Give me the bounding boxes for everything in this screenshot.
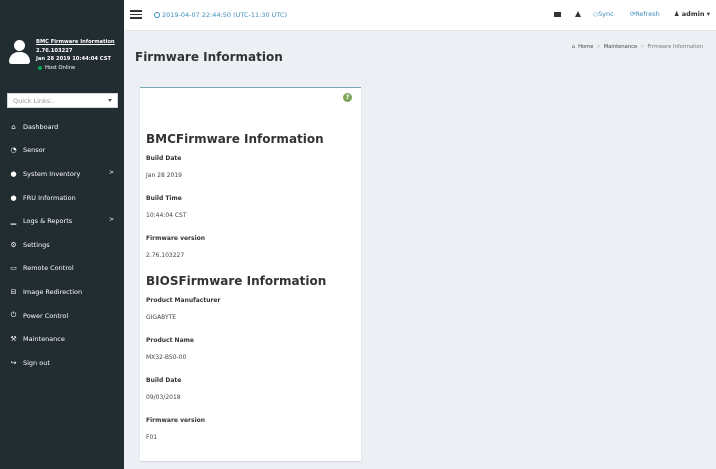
sidebar-item-label: Settings (23, 240, 50, 249)
bmc-build-datetime: Jan 28 2019 10:44:04 CST (36, 56, 111, 62)
sidebar-item-label: Sign out (23, 358, 50, 367)
disk-icon: ⊟ (10, 287, 17, 296)
host-status: Host Online (38, 64, 122, 73)
dashboard-icon: ⌂ (11, 122, 16, 131)
breadcrumb-separator: > (596, 44, 601, 50)
warning-icon[interactable] (575, 11, 582, 17)
sidebar-item-sign-out[interactable]: ↪ Sign out (0, 351, 124, 375)
sidebar-item-fru-information[interactable]: ● FRU Information (0, 186, 124, 210)
monitor-icon: ▭ (10, 264, 17, 273)
info-icon: ● (10, 169, 17, 178)
bmc-version: 2.76.103227 (36, 47, 73, 54)
home-icon: ⌂ (571, 44, 576, 50)
sidebar-item-logs-reports[interactable]: ▁ Logs & Reports > (0, 209, 124, 233)
admin-menu[interactable]: ♟ admin ▾ (674, 10, 710, 18)
sync-label: Sync (598, 10, 614, 18)
chart-icon: ▁ (10, 217, 17, 226)
sidebar-item-label: System Inventory (23, 169, 81, 178)
refresh-button[interactable]: ⟳Refresh (630, 10, 660, 18)
online-dot-icon (38, 65, 42, 70)
breadcrumb-separator: > (640, 44, 645, 50)
sidebar-item-label: Dashboard (23, 122, 59, 131)
sidebar-item-sensor[interactable]: ◔ Sensor (0, 139, 124, 163)
sidebar-item-remote-control[interactable]: ▭ Remote Control (0, 257, 124, 281)
bmc-build-date-label: Build Date (146, 155, 182, 162)
bios-product-name-value: MX32-BS0-00 (146, 354, 187, 361)
sidebar-item-label: Remote Control (23, 264, 74, 273)
datetime-text: 2019-04-07 22:44:50 (UTC-11:30 UTC) (162, 11, 288, 19)
bios-manufacturer-label: Product Manufacturer (146, 297, 221, 304)
sidebar: BMC Firmware Information 2.76.103227 Jan… (0, 0, 124, 469)
datetime: 2019-04-07 22:44:50 (UTC-11:30 UTC) (154, 11, 287, 19)
chevron-right-icon: > (108, 216, 114, 224)
sidebar-item-label: FRU Information (23, 193, 76, 202)
breadcrumb-maintenance[interactable]: Maintenance (604, 44, 637, 50)
bmc-build-time-label: Build Time (146, 195, 182, 202)
topbar-actions: ◇Sync ⟳Refresh ♟ admin ▾ (554, 10, 710, 18)
chevron-down-icon (108, 99, 112, 102)
breadcrumb-home[interactable]: Home (578, 44, 593, 50)
bmc-fw-version-label: Firmware version (146, 235, 206, 242)
info-icon: ● (10, 193, 17, 202)
sidebar-item-maintenance[interactable]: ⚒ Maintenance (0, 327, 124, 351)
user-icon: ♟ (673, 10, 680, 18)
topbar: 2019-04-07 22:44:50 (UTC-11:30 UTC) ◇Syn… (124, 0, 716, 31)
wrench-icon: ⚒ (10, 335, 17, 344)
sync-button[interactable]: ◇Sync (593, 10, 614, 18)
bios-manufacturer-value: GIGABYTE (146, 314, 177, 321)
bmc-build-time-value: 10:44:04 CST (146, 212, 187, 219)
sidebar-item-label: Logs & Reports (23, 217, 73, 226)
quick-links-placeholder: Quick Links.. (13, 96, 55, 105)
clock-icon (154, 12, 160, 18)
chevron-right-icon: > (108, 169, 114, 177)
page-title: Firmware Information (135, 50, 283, 64)
quick-links-select[interactable]: Quick Links.. (7, 93, 118, 108)
help-icon[interactable]: ? (343, 93, 352, 102)
bios-build-date-label: Build Date (146, 377, 182, 384)
bios-section-title: BIOSFirmware Information (146, 274, 327, 288)
bmc-build-date-value: Jan 28 2019 (146, 172, 182, 179)
bios-fw-version-label: Firmware version (146, 417, 206, 424)
user-panel: BMC Firmware Information 2.76.103227 Jan… (0, 0, 124, 86)
sidebar-item-label: Sensor (23, 146, 46, 155)
sensor-icon: ◔ (10, 146, 17, 155)
sidebar-item-settings[interactable]: ⚙ Settings (0, 233, 124, 257)
host-status-label: Host Online (45, 64, 76, 71)
bmc-fw-version-value: 2.76.103227 (146, 252, 185, 259)
firmware-card: ? BMCFirmware Information Build Date Jan… (140, 87, 361, 461)
envelope-icon[interactable] (554, 11, 562, 17)
bios-product-name-label: Product Name (146, 337, 194, 344)
breadcrumb-current: Firmware Information (647, 44, 703, 50)
avatar (8, 40, 30, 64)
bios-build-date-value: 09/03/2018 (146, 394, 181, 401)
bios-fw-version-value: F01 (146, 434, 158, 441)
gear-icon: ⚙ (10, 240, 17, 249)
sidebar-menu: ⌂ Dashboard ◔ Sensor ● System Inventory > ● FRU … (0, 115, 124, 375)
sidebar-item-system-inventory[interactable]: ● System Inventory > (0, 162, 124, 186)
menu-toggle-icon[interactable] (130, 10, 142, 19)
sidebar-item-label: Power Control (23, 311, 69, 320)
bmc-section-title: BMCFirmware Information (146, 132, 324, 146)
sidebar-item-dashboard[interactable]: ⌂ Dashboard (0, 115, 124, 139)
admin-label: admin (681, 10, 705, 18)
refresh-label: Refresh (635, 10, 660, 18)
sidebar-item-image-redirection[interactable]: ⊟ Image Redirection (0, 280, 124, 304)
power-icon: ⏻ (10, 311, 17, 320)
signout-icon: ↪ (10, 358, 17, 367)
sidebar-item-label: Image Redirection (23, 287, 83, 296)
sidebar-item-label: Maintenance (23, 335, 65, 344)
bmc-firmware-link[interactable]: BMC Firmware Information (36, 38, 122, 47)
user-info: BMC Firmware Information 2.76.103227 Jan… (36, 38, 122, 72)
breadcrumb: ⌂ Home > Maintenance > Firmware Informat… (572, 44, 703, 50)
sidebar-item-power-control[interactable]: ⏻ Power Control (0, 304, 124, 328)
